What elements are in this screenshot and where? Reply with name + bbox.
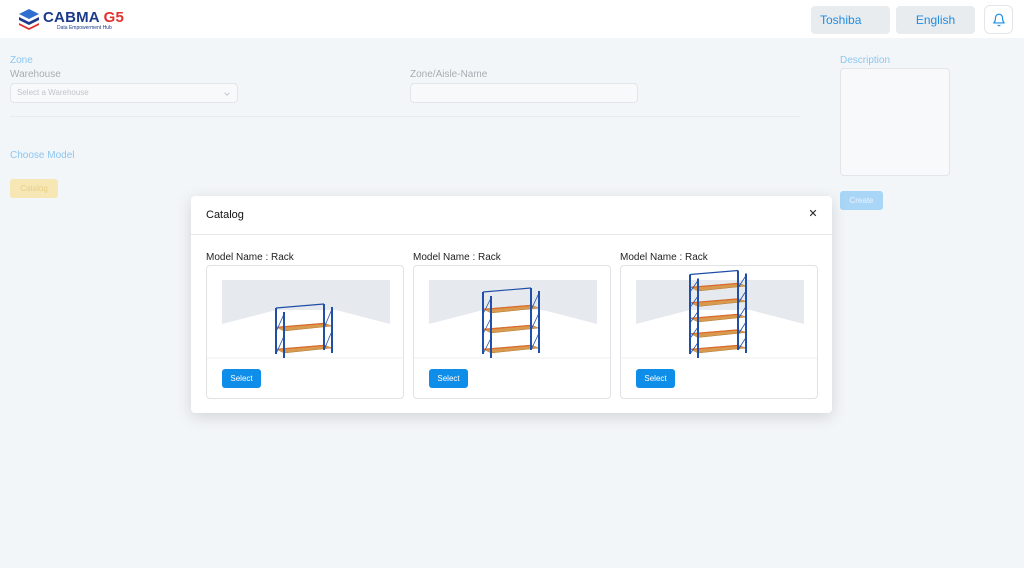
organization-button[interactable]: Toshiba [811,6,890,34]
warehouse-select-placeholder: Select a Warehouse [17,88,89,97]
notification-button[interactable] [984,5,1013,34]
top-bar: CABMA G5 Data Empowerment Hub Toshiba En… [0,0,1024,38]
language-button[interactable]: English [896,6,975,34]
modal-divider [191,234,832,235]
model-card-title: Model Name : Rack [206,252,294,263]
description-label: Description [840,55,891,66]
model-card-title: Model Name : Rack [620,252,708,263]
model-card-title: Model Name : Rack [413,252,501,263]
zone-name-label: Zone/Aisle-Name [410,69,488,80]
model-card[interactable]: Select [206,265,404,399]
bell-icon [992,13,1005,26]
form-divider [10,116,800,117]
logo[interactable]: CABMA G5 Data Empowerment Hub [18,8,138,32]
rack-top-beam [689,269,739,276]
chevron-down-icon [224,92,230,96]
room-backdrop [222,280,390,324]
logo-icon [19,9,39,30]
catalog-modal: Catalog Model Name : Rack Select Model N… [191,196,832,413]
logo-text: CABMA G5 [43,9,125,26]
description-textarea[interactable] [840,68,950,176]
warehouse-select[interactable]: Select a Warehouse [10,83,238,103]
zone-name-input[interactable] [410,83,638,103]
select-button[interactable]: Select [222,369,261,388]
choose-model-label: Choose Model [10,150,75,161]
catalog-button[interactable]: Catalog [10,179,58,198]
create-button[interactable]: Create [840,191,883,210]
select-button[interactable]: Select [636,369,675,388]
close-button[interactable] [806,206,820,220]
warehouse-label: Warehouse [10,69,61,80]
model-card[interactable]: Select [620,265,818,399]
room-backdrop [429,280,597,324]
modal-title: Catalog [206,209,244,221]
close-icon [809,209,817,217]
select-button[interactable]: Select [429,369,468,388]
zone-section-title: Zone [10,55,33,66]
logo-subtitle: Data Empowerment Hub [57,25,112,31]
model-card[interactable]: Select [413,265,611,399]
